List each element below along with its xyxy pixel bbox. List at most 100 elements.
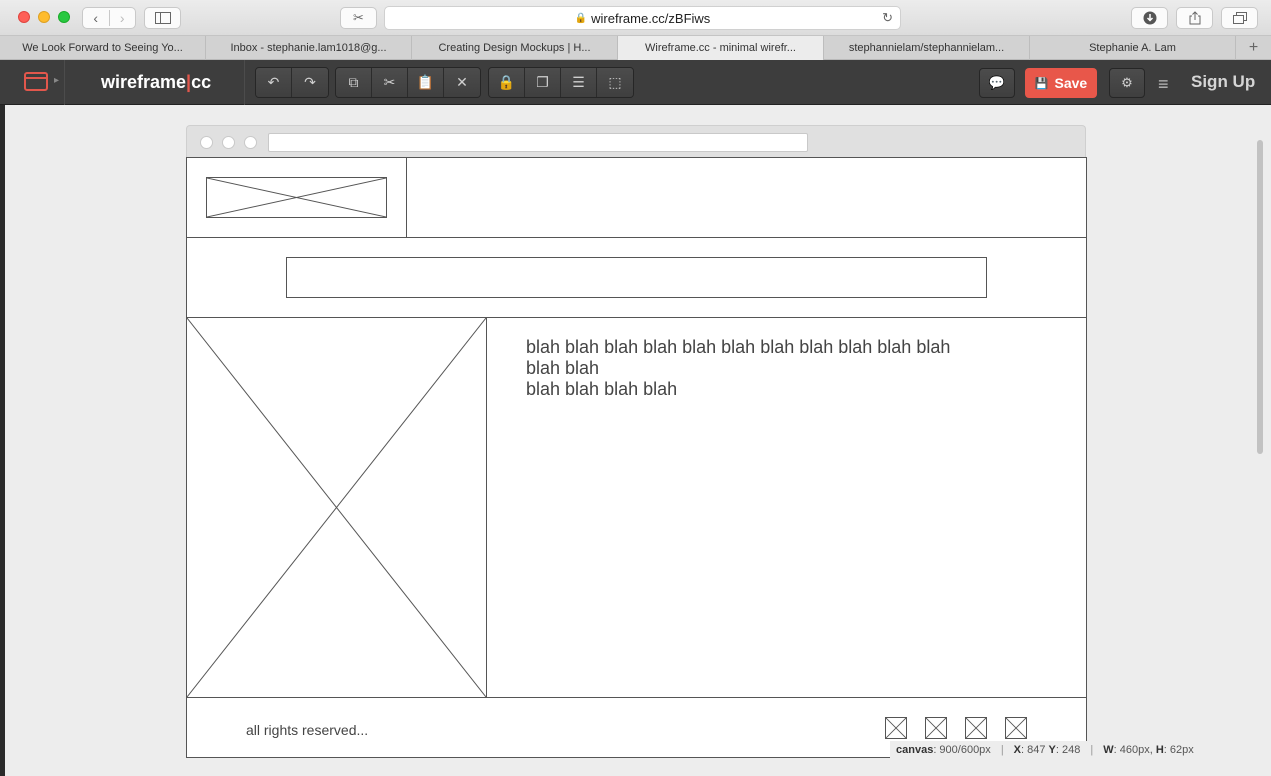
browser-tab[interactable]: Creating Design Mockups | H...	[412, 36, 618, 60]
delete-icon[interactable]: ✕	[444, 68, 480, 97]
status-divider: |	[1090, 744, 1094, 756]
history-button-group: ↶ ↷	[255, 67, 329, 98]
safari-titlebar: ‹ › ✂ 🔒 wireframe.cc/zBFiws ↻	[0, 0, 1271, 36]
wireframe-header-area[interactable]	[406, 157, 1087, 238]
image-placeholder-icon	[886, 718, 906, 738]
app-logo: wireframe|cc	[101, 72, 211, 93]
status-value: : 248	[1055, 744, 1081, 756]
image-placeholder-icon	[207, 178, 386, 217]
status-label: W	[1103, 744, 1114, 756]
status-divider: |	[1000, 744, 1004, 756]
paste-icon[interactable]: 📋	[408, 68, 444, 97]
browser-tab[interactable]: Stephanie A. Lam	[1030, 36, 1236, 60]
wireframe-logo-image-placeholder[interactable]	[206, 177, 387, 218]
image-placeholder-icon	[926, 718, 946, 738]
wireframe-footer-text[interactable]: all rights reserved...	[246, 722, 368, 738]
share-button[interactable]	[1176, 7, 1213, 29]
sidebar-toggle-button[interactable]	[144, 7, 181, 29]
status-label: H	[1155, 744, 1164, 756]
wireframe-browser-frame	[186, 125, 1086, 158]
sidebar-icon	[154, 12, 171, 24]
wireframe-social-icon-placeholder[interactable]	[1005, 717, 1027, 739]
tab-label: Stephanie A. Lam	[1089, 42, 1176, 54]
tabs-icon	[1232, 12, 1247, 24]
forward-icon[interactable]: ›	[108, 10, 136, 26]
browser-tab[interactable]: Inbox - stephanie.lam1018@g...	[206, 36, 412, 60]
browser-tab-strip: We Look Forward to Seeing Yo... Inbox - …	[0, 36, 1271, 60]
speech-bubble-icon: 💬	[988, 75, 1006, 90]
screenshot-capture-button[interactable]: ✂	[340, 7, 377, 29]
tab-label: stephannielam/stephannielam...	[848, 42, 1005, 54]
plus-icon: +	[1248, 38, 1259, 56]
scissors-selection-icon: ✂	[353, 10, 364, 25]
new-tab-button[interactable]: +	[1236, 36, 1271, 59]
status-value: : 460px,	[1113, 744, 1156, 756]
image-placeholder-icon	[187, 318, 486, 697]
wireframe-social-icon-placeholder[interactable]	[965, 717, 987, 739]
align-left-icon[interactable]: ☰	[561, 68, 597, 97]
browser-tab[interactable]: We Look Forward to Seeing Yo...	[0, 36, 206, 60]
logo-text: wireframe	[101, 72, 187, 92]
app-toolbar: ▸ wireframe|cc ↶ ↷ ⧉ ✂ 📋 ✕ 🔒 ❐ ☰ ⬚ 💬 💾 S…	[0, 60, 1271, 105]
wireframe-main-image-placeholder[interactable]	[186, 317, 487, 698]
copy-icon[interactable]: ⧉	[336, 68, 372, 97]
maximize-window-button[interactable]	[58, 11, 70, 23]
clipboard-button-group: ⧉ ✂ 📋 ✕	[335, 67, 481, 98]
gears-icon: ⚙	[1121, 75, 1133, 90]
tab-label: Creating Design Mockups | H...	[438, 42, 591, 54]
wireframe-window-dot	[244, 136, 257, 149]
status-label: canvas	[896, 744, 934, 756]
tab-overview-button[interactable]	[1221, 7, 1258, 29]
caret-right-icon[interactable]: ▸	[54, 75, 59, 86]
save-label: Save	[1054, 75, 1088, 91]
minimize-window-button[interactable]	[38, 11, 50, 23]
lock-icon: 🔒	[574, 12, 588, 24]
hamburger-menu-icon[interactable]: ≡	[1158, 74, 1169, 95]
reload-icon[interactable]: ↻	[882, 10, 893, 26]
floppy-disk-icon: 💾	[1034, 77, 1049, 90]
download-icon	[1143, 11, 1156, 25]
wireframe-body-text[interactable]: blah blah blah blah blah blah blah blah …	[526, 337, 986, 400]
tab-label: Inbox - stephanie.lam1018@g...	[230, 42, 387, 54]
back-forward-group: ‹ ›	[82, 7, 136, 29]
status-value: : 847	[1021, 744, 1046, 756]
wireframe-url-field	[268, 133, 808, 152]
wireframe-social-icon-placeholder[interactable]	[925, 717, 947, 739]
browser-tab[interactable]: stephannielam/stephannielam...	[824, 36, 1030, 60]
status-value: : 900/600px	[933, 744, 991, 756]
toolbar-divider	[244, 60, 245, 105]
group-select-icon[interactable]: ⬚	[597, 68, 633, 97]
arrange-button-group: 🔒 ❐ ☰ ⬚	[488, 67, 634, 98]
image-placeholder-icon	[1006, 718, 1026, 738]
body-text-line: blah blah blah blah blah blah blah blah …	[526, 337, 951, 357]
body-text-line: blah blah blah blah	[526, 379, 678, 399]
settings-button[interactable]: ⚙	[1109, 68, 1145, 98]
downloads-button[interactable]	[1131, 7, 1168, 29]
body-text-line: blah blah	[526, 358, 600, 378]
redo-icon[interactable]: ↷	[292, 68, 328, 97]
vertical-scrollbar[interactable]	[1257, 140, 1263, 454]
lock-icon[interactable]: 🔒	[489, 68, 525, 97]
logo-suffix: cc	[191, 72, 212, 92]
wireframe-window-dot	[200, 136, 213, 149]
sign-up-link[interactable]: Sign Up	[1191, 72, 1255, 92]
toolbar-divider	[64, 60, 65, 105]
undo-icon[interactable]: ↶	[256, 68, 292, 97]
comment-button[interactable]: 💬	[979, 68, 1015, 98]
save-button[interactable]: 💾 Save	[1025, 68, 1097, 98]
wireframe-window-dot	[222, 136, 235, 149]
wireframe-nav-bar[interactable]	[286, 257, 987, 298]
image-placeholder-icon	[966, 718, 986, 738]
cursor-position-readout: X: 847 Y: 248	[1014, 744, 1081, 756]
back-icon[interactable]: ‹	[83, 10, 109, 26]
address-bar[interactable]: 🔒 wireframe.cc/zBFiws ↻	[384, 6, 901, 30]
bring-to-front-icon[interactable]: ❐	[525, 68, 561, 97]
stencil-menu-icon[interactable]	[24, 72, 48, 91]
tab-label: We Look Forward to Seeing Yo...	[22, 42, 183, 54]
browser-tab-active[interactable]: Wireframe.cc - minimal wirefr...	[618, 36, 824, 60]
close-window-button[interactable]	[18, 11, 30, 23]
canvas-size-readout: canvas: 900/600px	[896, 744, 991, 756]
cut-icon[interactable]: ✂	[372, 68, 408, 97]
share-icon	[1189, 11, 1200, 25]
wireframe-social-icon-placeholder[interactable]	[885, 717, 907, 739]
